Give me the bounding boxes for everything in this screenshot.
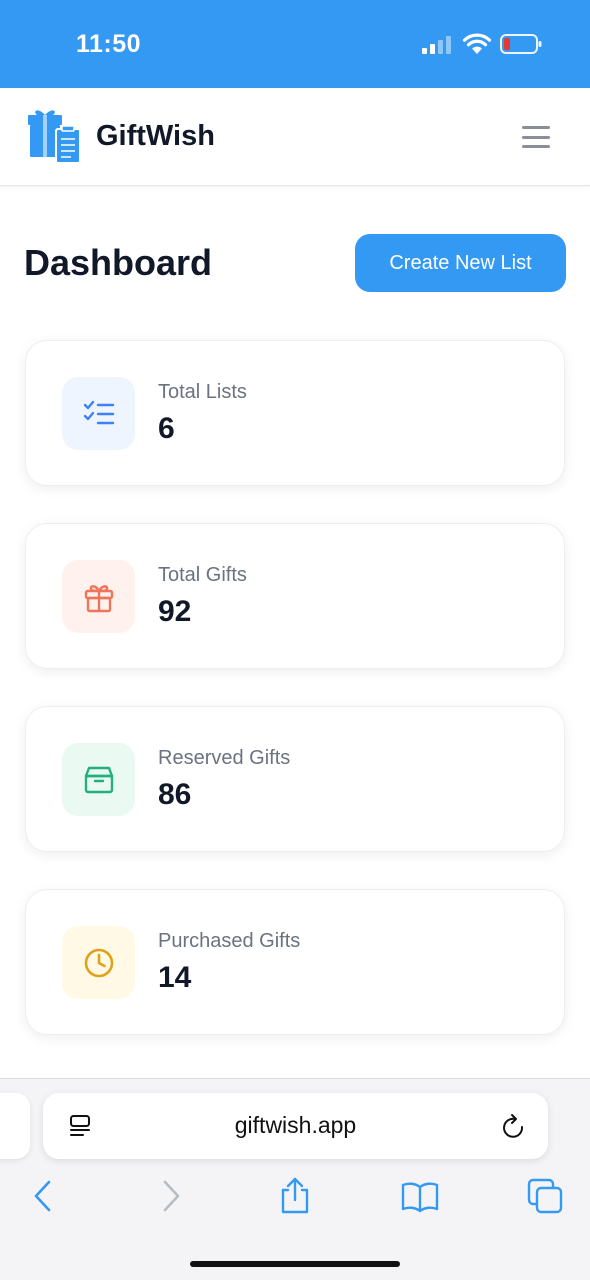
stat-label: Total Gifts bbox=[158, 564, 247, 586]
menu-line bbox=[522, 145, 550, 148]
stat-label: Purchased Gifts bbox=[158, 930, 301, 952]
reload-icon[interactable] bbox=[501, 1112, 527, 1140]
gift-icon bbox=[84, 584, 113, 612]
bookmarks-icon[interactable] bbox=[401, 1177, 439, 1215]
brand-name[interactable]: GiftWish bbox=[96, 120, 215, 153]
url-text[interactable]: giftwish.app bbox=[43, 1112, 548, 1139]
stat-card-total-gifts: Total Gifts 92 bbox=[25, 523, 565, 669]
home-indicator bbox=[190, 1261, 400, 1267]
previous-tab-peek[interactable] bbox=[0, 1093, 30, 1159]
clock-icon bbox=[84, 948, 113, 977]
menu-line bbox=[522, 126, 550, 129]
browser-toolbar: giftwish.app bbox=[0, 1078, 590, 1280]
status-bar: 11:50 bbox=[0, 0, 590, 88]
app-header: GiftWish bbox=[0, 88, 590, 186]
stat-icon-box bbox=[62, 743, 135, 816]
stat-card-total-lists: Total Lists 6 bbox=[25, 340, 565, 486]
stat-value: 6 bbox=[158, 412, 175, 445]
status-time: 11:50 bbox=[76, 30, 142, 58]
stat-value: 86 bbox=[158, 778, 192, 811]
hamburger-menu-button[interactable] bbox=[516, 122, 556, 152]
stat-card-purchased-gifts: Purchased Gifts 14 bbox=[25, 889, 565, 1035]
stat-value: 14 bbox=[158, 961, 192, 994]
battery-icon bbox=[500, 34, 542, 54]
box-icon bbox=[84, 766, 113, 793]
page-title: Dashboard bbox=[24, 242, 213, 283]
create-new-list-button[interactable]: Create New List bbox=[355, 234, 566, 292]
wifi-icon bbox=[462, 33, 492, 54]
gift-list-logo-icon[interactable] bbox=[26, 109, 82, 165]
tabs-icon[interactable] bbox=[526, 1177, 564, 1215]
stat-icon-box bbox=[62, 926, 135, 999]
back-icon[interactable] bbox=[24, 1177, 62, 1215]
stat-icon-box bbox=[62, 560, 135, 633]
address-bar[interactable]: giftwish.app bbox=[43, 1093, 548, 1159]
checklist-icon bbox=[83, 400, 114, 424]
share-icon[interactable] bbox=[276, 1177, 314, 1215]
menu-line bbox=[522, 135, 550, 139]
stat-card-reserved-gifts: Reserved Gifts 86 bbox=[25, 706, 565, 852]
stat-label: Total Lists bbox=[158, 381, 247, 403]
forward-icon[interactable] bbox=[152, 1177, 190, 1215]
stat-value: 92 bbox=[158, 595, 192, 628]
stat-label: Reserved Gifts bbox=[158, 747, 291, 769]
signal-icon bbox=[422, 36, 451, 54]
stat-icon-box bbox=[62, 377, 135, 450]
